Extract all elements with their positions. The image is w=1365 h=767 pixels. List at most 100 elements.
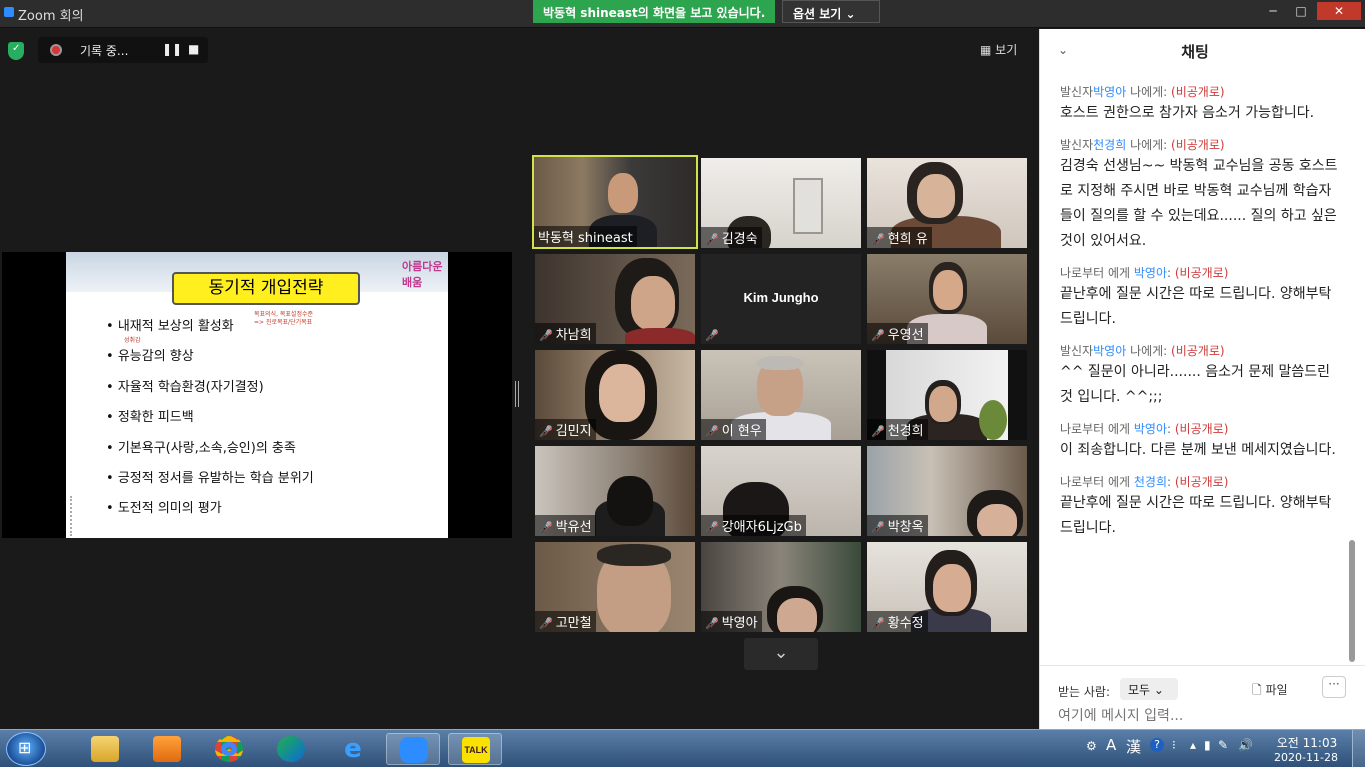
chat-message: 나로부터 에게 박영아: (비공개로) 끝난후에 질문 시간은 따로 드립니다.…	[1040, 264, 1352, 332]
chat-message-input[interactable]	[1058, 708, 1348, 724]
chat-message-header: 발신자천경희 나에게: (비공개로)	[1060, 138, 1225, 152]
participant-hair	[757, 356, 803, 370]
shield-icon[interactable]	[8, 42, 24, 60]
chat-message-header: 발신자박영아 나에게: (비공개로)	[1060, 344, 1225, 358]
folder-icon	[91, 736, 119, 762]
participant-face	[929, 386, 957, 422]
maximize-button[interactable]: □	[1288, 2, 1314, 20]
participant-hair	[597, 544, 671, 566]
video-tile[interactable]: 🎤̸ 김경숙	[701, 158, 861, 248]
pen-icon[interactable]: ✎	[1218, 738, 1228, 752]
taskbar-internet-explorer[interactable]: e	[326, 733, 380, 765]
slide-bullet-list: 내재적 보상의 활성화 유능감의 향상 자율적 학습환경(자기결정) 정확한 피…	[106, 318, 436, 531]
file-icon: 🗋	[1252, 683, 1266, 697]
close-button[interactable]: ✕	[1317, 2, 1361, 20]
language-icon[interactable]: ⚙	[1086, 739, 1097, 753]
muted-mic-icon: 🎤̸	[705, 521, 719, 534]
participant-name: 🎤̸ 박유선	[535, 515, 596, 536]
chat-message-text: 김경숙 선생님~~ 박동혁 교수님을 공동 호스트로 지정해 주시면 바로 박동…	[1060, 158, 1338, 249]
participant-name: 🎤̸ 현희 유	[867, 227, 932, 248]
taskbar-time[interactable]: 오전 11:03	[1272, 734, 1342, 751]
participant-name: 🎤̸ 고만철	[535, 611, 596, 632]
participant-name: 🎤̸ 박창옥	[867, 515, 928, 536]
muted-mic-icon: 🎤̸	[705, 233, 719, 246]
video-tile[interactable]: 박동혁 shineast	[532, 155, 698, 249]
participant-name: 🎤̸ 박영아	[701, 611, 762, 632]
show-hidden-icons-icon[interactable]: ▴	[1190, 738, 1196, 752]
start-button[interactable]	[6, 732, 46, 766]
video-tile[interactable]: 🎤̸ 박영아	[701, 542, 861, 632]
record-icon	[50, 44, 62, 56]
muted-mic-icon: 🎤̸	[539, 425, 553, 438]
ime-mode-a[interactable]: A	[1106, 736, 1116, 754]
muted-mic-icon: 🎤̸	[871, 521, 885, 534]
taskbar-media-player[interactable]	[140, 733, 194, 765]
screen-share-banner: 박동혁 shineast의 화면을 보고 있습니다.	[533, 0, 776, 23]
slide-bullet: 자율적 학습환경(자기결정)	[106, 379, 436, 409]
windows-taskbar: e TALK ⚙ A 漢 ? ⁝ ▴ ▮ ✎ 🔊 오전 11:03 2020-1…	[0, 729, 1365, 767]
video-tile[interactable]: 🎤̸ 김민지	[535, 350, 695, 440]
participant-name: 🎤̸ 천경희	[867, 419, 928, 440]
participant-face	[933, 564, 971, 612]
taskbar-chrome[interactable]	[202, 733, 256, 765]
video-tile[interactable]: 🎤̸ 박유선	[535, 446, 695, 536]
view-options-button[interactable]: 옵션 보기 ⌄	[782, 0, 880, 23]
media-player-icon	[153, 736, 181, 762]
muted-mic-icon: 🎤̸	[871, 425, 885, 438]
taskbar-zoom[interactable]	[386, 733, 440, 765]
ime-mode-hanja[interactable]: 漢	[1126, 736, 1141, 757]
video-tile[interactable]: 🎤̸ 박창옥	[867, 446, 1027, 536]
gallery-scroll-down-button[interactable]: ⌄	[744, 638, 818, 670]
stop-recording-button[interactable]: ■	[188, 42, 199, 56]
taskbar-date[interactable]: 2020-11-28	[1266, 751, 1346, 764]
window-titlebar: Zoom 회의 박동혁 shineast의 화면을 보고 있습니다. 옵션 보기…	[0, 0, 1365, 28]
volume-icon[interactable]: 🔊	[1238, 738, 1253, 752]
muted-mic-icon: 🎤̸	[705, 329, 719, 342]
chat-footer: 받는 사람: 모두 ⌄ 🗋 파일 ···	[1040, 665, 1365, 729]
show-desktop-button[interactable]	[1352, 730, 1365, 767]
plant-decoration	[979, 400, 1007, 440]
video-tile[interactable]: Kim Jungho 🎤̸	[701, 254, 861, 344]
video-tile[interactable]: 🎤̸ 우영선	[867, 254, 1027, 344]
recipient-select[interactable]: 모두 ⌄	[1120, 678, 1178, 700]
muted-mic-icon: 🎤̸	[539, 617, 553, 630]
participant-name: 🎤̸ 차남희	[535, 323, 596, 344]
tree-illustration	[70, 496, 96, 536]
network-icon[interactable]: ▮	[1204, 738, 1211, 752]
video-tile[interactable]: 🎤̸ 황수정	[867, 542, 1027, 632]
participant-name-placeholder: Kim Jungho	[743, 290, 819, 305]
taskbar-media-app[interactable]	[264, 733, 318, 765]
more-options-button[interactable]: ···	[1322, 676, 1346, 698]
participant-name: 🎤̸ 김경숙	[701, 227, 762, 248]
help-icon[interactable]: ?	[1150, 738, 1164, 752]
zoom-app-icon	[4, 7, 14, 17]
chat-message-text: 이 죄송합니다. 다른 분께 보낸 메세지였습니다.	[1060, 442, 1336, 458]
participant-name: 🎤̸	[701, 327, 726, 344]
muted-mic-icon: 🎤̸	[871, 233, 885, 246]
video-tile[interactable]: 🎤̸ 고만철	[535, 542, 695, 632]
pause-recording-button[interactable]: ❚❚	[162, 42, 182, 56]
shared-screen: 동기적 개입전략 아름다운 배움 목표의식, 목표설정수준 => 진로목표/단기…	[2, 252, 512, 538]
video-tile[interactable]: 🎤̸ 천경희	[867, 350, 1027, 440]
window-background	[793, 178, 823, 234]
view-button[interactable]: ▦ 보기	[980, 41, 1017, 58]
tray-options-icon[interactable]: ⁝	[1172, 738, 1176, 752]
minimize-button[interactable]: ─	[1260, 2, 1286, 20]
muted-mic-icon: 🎤̸	[705, 425, 719, 438]
video-tile[interactable]: 🎤̸ 현희 유	[867, 158, 1027, 248]
muted-mic-icon: 🎤̸	[539, 521, 553, 534]
chat-message-text: ^^ 질문이 아니라....... 음소거 문제 말씀드린것 입니다. ^^;;…	[1060, 364, 1331, 405]
slide-bullet: 도전적 의미의 평가	[106, 500, 436, 530]
taskbar-kakaotalk[interactable]: TALK	[448, 733, 502, 765]
taskbar-file-explorer[interactable]	[78, 733, 132, 765]
split-divider-handle[interactable]	[515, 381, 519, 407]
participant-hair	[607, 476, 653, 526]
video-tile[interactable]: 🎤̸ 강애자6LjzGb	[701, 446, 861, 536]
participant-name: 🎤̸ 우영선	[867, 323, 928, 344]
file-button[interactable]: 🗋 파일	[1252, 681, 1288, 702]
chat-scrollbar[interactable]	[1349, 540, 1355, 662]
grid-icon: ▦	[980, 43, 996, 57]
video-tile[interactable]: 🎤̸ 차남희	[535, 254, 695, 344]
zoom-icon	[400, 737, 428, 763]
video-tile[interactable]: 🎤̸ 이 현우	[701, 350, 861, 440]
